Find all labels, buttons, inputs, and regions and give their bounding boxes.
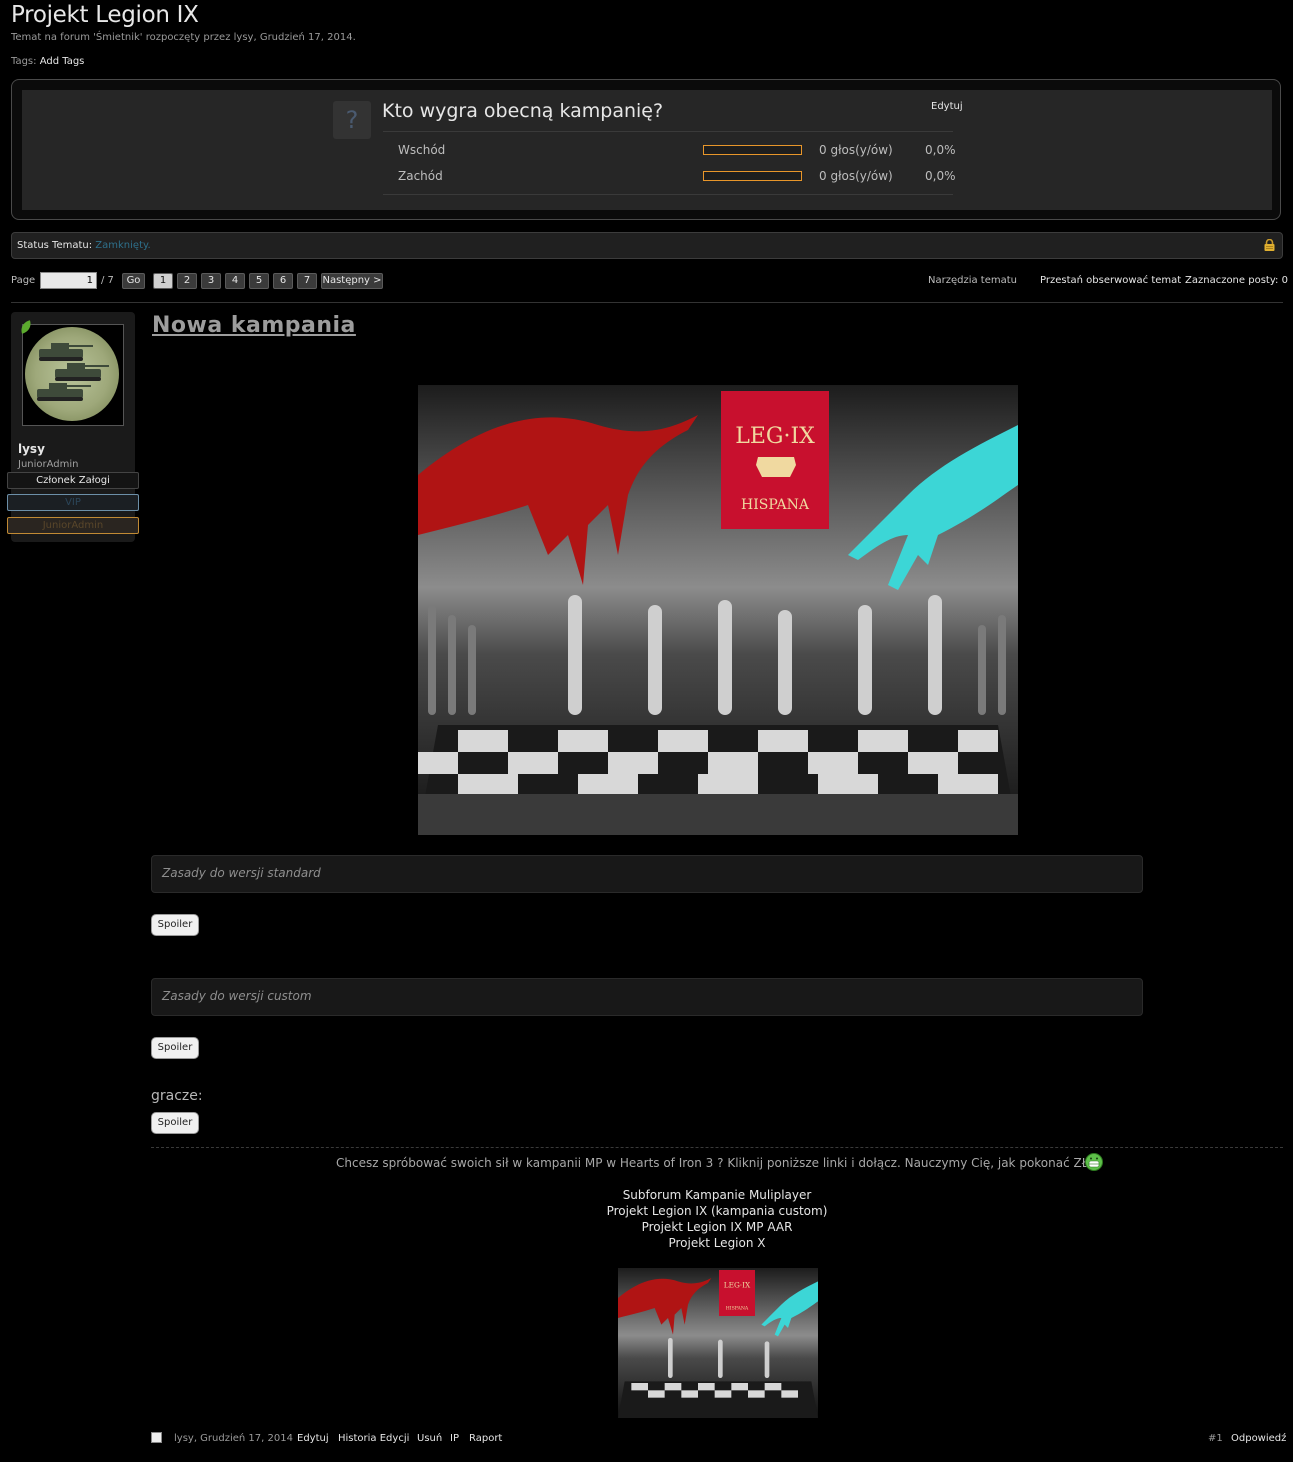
svg-text:LEG·IX: LEG·IX [724, 1280, 751, 1289]
poll-option-bar [703, 145, 802, 155]
signature-link-aar[interactable]: Projekt Legion IX MP AAR [151, 1220, 1283, 1234]
post-image: LEG·IX HISPANA [418, 385, 1018, 835]
badge-junioradmin: JuniorAdmin [7, 517, 139, 534]
poll-edit-link[interactable]: Edytuj [931, 101, 963, 112]
quote-text: Zasady do wersji standard [162, 866, 321, 880]
page-total: / 7 [101, 275, 114, 286]
select-post-checkbox[interactable] [151, 1432, 162, 1443]
spoiler-button[interactable]: Spoiler [151, 914, 199, 936]
signature-image: LEG·IX HISPANA [618, 1268, 818, 1418]
page-label: Page [11, 275, 36, 286]
quote-text: Zasady do wersji custom [162, 989, 312, 1003]
svg-text:HISPANA: HISPANA [726, 1305, 749, 1311]
grin-smiley-icon [1085, 1153, 1103, 1171]
signature-link-subforum[interactable]: Subforum Kampanie Muliplayer [151, 1188, 1283, 1202]
thread-tools-menu[interactable]: Narzędzia tematu [928, 275, 1017, 286]
poll-option-percent: 0,0% [925, 143, 956, 157]
spoiler-button[interactable]: Spoiler [151, 1112, 199, 1134]
players-label: gracze: [151, 1088, 203, 1104]
post-title[interactable]: Nowa kampania [152, 313, 356, 338]
poll-option-percent: 0,0% [925, 169, 956, 183]
page-number-input[interactable]: 1 [40, 272, 97, 289]
page-link-2[interactable]: 2 [177, 273, 197, 289]
poll-option-label: Zachód [398, 169, 443, 183]
poll-divider [383, 131, 953, 132]
tank-icon [37, 343, 109, 401]
badge-staff: Członek Załogi [7, 472, 139, 489]
delete-link[interactable]: Usuń [417, 1433, 442, 1444]
selected-posts-link[interactable]: Zaznaczone posty: 0 [1185, 275, 1288, 286]
post-meta: lysy, Grudzień 17, 2014 [174, 1433, 293, 1444]
go-button[interactable]: Go [122, 273, 145, 289]
poll-question: Kto wygra obecną kampanię? [382, 100, 664, 122]
page-link-4[interactable]: 4 [225, 273, 245, 289]
signature-link-custom[interactable]: Projekt Legion IX (kampania custom) [151, 1204, 1283, 1218]
svg-text:LEG·IX: LEG·IX [735, 424, 815, 449]
page-link-7[interactable]: 7 [297, 273, 317, 289]
chess-artwork-thumbnail: LEG·IX HISPANA [618, 1268, 818, 1418]
page-link-6[interactable]: 6 [273, 273, 293, 289]
edit-history-link[interactable]: Historia Edycji [338, 1433, 409, 1444]
svg-text:HISPANA: HISPANA [741, 497, 810, 513]
signature-divider [151, 1147, 1283, 1148]
user-title: JuniorAdmin [18, 459, 79, 470]
question-icon: ? [333, 101, 371, 139]
avatar[interactable] [25, 327, 119, 421]
ip-link[interactable]: IP [450, 1433, 459, 1444]
badge-vip: VIP [7, 494, 139, 511]
page-link-5[interactable]: 5 [249, 273, 269, 289]
poll-option-label: Wschód [398, 143, 446, 157]
page-link-3[interactable]: 3 [201, 273, 221, 289]
chess-artwork-image: LEG·IX HISPANA [418, 385, 1018, 835]
signature-text: Chcesz spróbować swoich sił w kampanii M… [336, 1156, 1098, 1170]
page-link-1[interactable]: 1 [153, 273, 173, 289]
divider [11, 302, 1283, 303]
unwatch-thread-link[interactable]: Przestań obserwować temat [1040, 275, 1181, 286]
poll-option-votes: 0 głos(y/ów) [819, 143, 893, 157]
edit-link[interactable]: Edytuj [297, 1433, 329, 1444]
thread-subtitle: Temat na forum 'Śmietnik' rozpoczęty prz… [11, 32, 356, 43]
username[interactable]: lysy [18, 442, 45, 456]
poll-option-votes: 0 głos(y/ów) [819, 169, 893, 183]
thread-status-bar [11, 232, 1283, 259]
status-label: Status Tematu: [17, 240, 93, 251]
status-value: Zamknięty. [95, 240, 151, 251]
tags-row: Tags: Add Tags [11, 56, 84, 67]
poll-divider [383, 194, 953, 195]
spoiler-button[interactable]: Spoiler [151, 1037, 199, 1059]
post-number[interactable]: #1 [1208, 1433, 1223, 1444]
add-tags-link[interactable]: Add Tags [40, 56, 85, 67]
poll-option-bar [703, 171, 802, 181]
next-page-button[interactable]: Następny > [321, 273, 383, 289]
lock-icon [1264, 239, 1275, 251]
tags-label: Tags: [11, 56, 37, 67]
report-link[interactable]: Raport [469, 1433, 502, 1444]
signature-link-legion-x[interactable]: Projekt Legion X [151, 1236, 1283, 1250]
thread-status: Status Tematu: Zamknięty. [17, 240, 151, 251]
thread-title: Projekt Legion IX [11, 2, 199, 28]
reply-link[interactable]: Odpowiedź [1231, 1433, 1286, 1444]
